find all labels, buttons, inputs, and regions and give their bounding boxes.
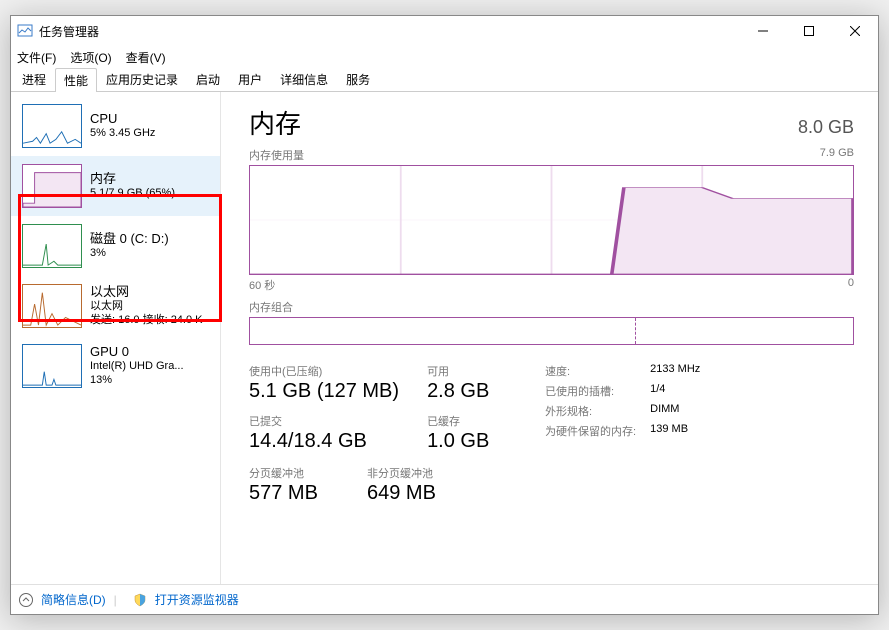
menu-options[interactable]: 选项(O) [70, 49, 111, 66]
tab-users[interactable]: 用户 [229, 67, 271, 91]
inuse-value: 5.1 GB (127 MB) [249, 380, 399, 403]
form-val: DIMM [650, 403, 700, 419]
main-panel: 内存 8.0 GB 内存使用量 7.9 GB 60 秒 0 [221, 92, 878, 584]
total-memory: 8.0 GB [798, 117, 854, 138]
tab-services[interactable]: 服务 [337, 67, 379, 91]
committed-value: 14.4/18.4 GB [249, 430, 399, 453]
available-label: 可用 [427, 363, 517, 379]
sidebar-item-label: 以太网 [90, 285, 203, 299]
x-axis-left: 60 秒 [249, 277, 275, 293]
sidebar-item-gpu[interactable]: GPU 0 Intel(R) UHD Gra... 13% [11, 336, 220, 396]
memory-composition-bar[interactable] [249, 317, 854, 345]
sidebar-item-sub: 以太网 [90, 299, 203, 313]
tabbar: 进程 性能 应用历史记录 启动 用户 详细信息 服务 [11, 68, 878, 92]
inuse-label: 使用中(已压缩) [249, 363, 399, 379]
composition-seg-free [636, 318, 853, 344]
page-title: 内存 [249, 104, 301, 141]
committed-label: 已提交 [249, 413, 399, 429]
minimize-button[interactable] [740, 16, 786, 46]
sidebar-item-memory[interactable]: 内存 5.1/7.9 GB (65%) [11, 156, 220, 216]
tab-performance[interactable]: 性能 [55, 68, 97, 92]
sidebar-item-sub: 5% 3.45 GHz [90, 126, 155, 140]
slots-key: 已使用的插槽: [545, 383, 636, 399]
sidebar-item-sub2: 发送: 16.0 接收: 24.0 K [90, 313, 203, 327]
chevron-up-icon[interactable] [19, 593, 33, 607]
hwreserved-val: 139 MB [650, 423, 700, 439]
slots-val: 1/4 [650, 383, 700, 399]
usage-graph-max: 7.9 GB [820, 147, 854, 163]
sidebar-item-ethernet[interactable]: 以太网 以太网 发送: 16.0 接收: 24.0 K [11, 276, 220, 336]
sidebar-item-label: 磁盘 0 (C: D:) [90, 232, 169, 246]
x-axis-right: 0 [848, 277, 854, 293]
speed-val: 2133 MHz [650, 363, 700, 379]
sidebar-item-sub: Intel(R) UHD Gra... [90, 359, 184, 373]
sidebar-item-sub: 3% [90, 246, 169, 260]
window-title: 任务管理器 [39, 23, 740, 40]
memory-usage-graph[interactable] [249, 165, 854, 275]
usage-graph-label: 内存使用量 [249, 147, 304, 163]
sidebar-item-label: CPU [90, 112, 155, 126]
sidebar: CPU 5% 3.45 GHz 内存 5.1/7.9 GB (65%) [11, 92, 221, 584]
tab-processes[interactable]: 进程 [13, 67, 55, 91]
nonpaged-value: 649 MB [367, 482, 457, 505]
cpu-thumb-icon [22, 104, 82, 148]
maximize-button[interactable] [786, 16, 832, 46]
form-key: 外形规格: [545, 403, 636, 419]
app-icon [17, 23, 33, 39]
sidebar-item-label: GPU 0 [90, 345, 184, 359]
ethernet-thumb-icon [22, 284, 82, 328]
composition-seg-inuse [250, 318, 636, 344]
close-button[interactable] [832, 16, 878, 46]
disk-thumb-icon [22, 224, 82, 268]
composition-label: 内存组合 [249, 299, 293, 315]
sidebar-item-label: 内存 [90, 172, 175, 186]
task-manager-window: 任务管理器 文件(F) 选项(O) 查看(V) 进程 性能 应用历史记录 启动 … [10, 15, 879, 615]
nonpaged-label: 非分页缓冲池 [367, 465, 457, 481]
menu-file[interactable]: 文件(F) [17, 49, 56, 66]
menubar: 文件(F) 选项(O) 查看(V) [11, 46, 878, 68]
memory-details-kv: 速度: 2133 MHz 已使用的插槽: 1/4 外形规格: DIMM 为硬件保留的内… [545, 363, 700, 453]
cached-label: 已缓存 [427, 413, 517, 429]
sidebar-item-sub: 5.1/7.9 GB (65%) [90, 186, 175, 200]
tab-startup[interactable]: 启动 [187, 67, 229, 91]
titlebar[interactable]: 任务管理器 [11, 16, 878, 46]
tab-details[interactable]: 详细信息 [271, 67, 337, 91]
available-value: 2.8 GB [427, 380, 517, 403]
paged-label: 分页缓冲池 [249, 465, 339, 481]
hwreserved-key: 为硬件保留的内存: [545, 423, 636, 439]
paged-value: 577 MB [249, 482, 339, 505]
memory-thumb-icon [22, 164, 82, 208]
cached-value: 1.0 GB [427, 430, 517, 453]
gpu-thumb-icon [22, 344, 82, 388]
resource-monitor-link[interactable]: 打开资源监视器 [155, 591, 239, 608]
fewer-details-link[interactable]: 简略信息(D) [41, 591, 106, 608]
tab-app-history[interactable]: 应用历史记录 [97, 67, 187, 91]
sidebar-item-sub2: 13% [90, 373, 184, 387]
sidebar-item-disk[interactable]: 磁盘 0 (C: D:) 3% [11, 216, 220, 276]
speed-key: 速度: [545, 363, 636, 379]
shield-icon [133, 593, 147, 607]
sidebar-item-cpu[interactable]: CPU 5% 3.45 GHz [11, 96, 220, 156]
statusbar: 简略信息(D) | 打开资源监视器 [11, 584, 878, 614]
menu-view[interactable]: 查看(V) [126, 49, 166, 66]
